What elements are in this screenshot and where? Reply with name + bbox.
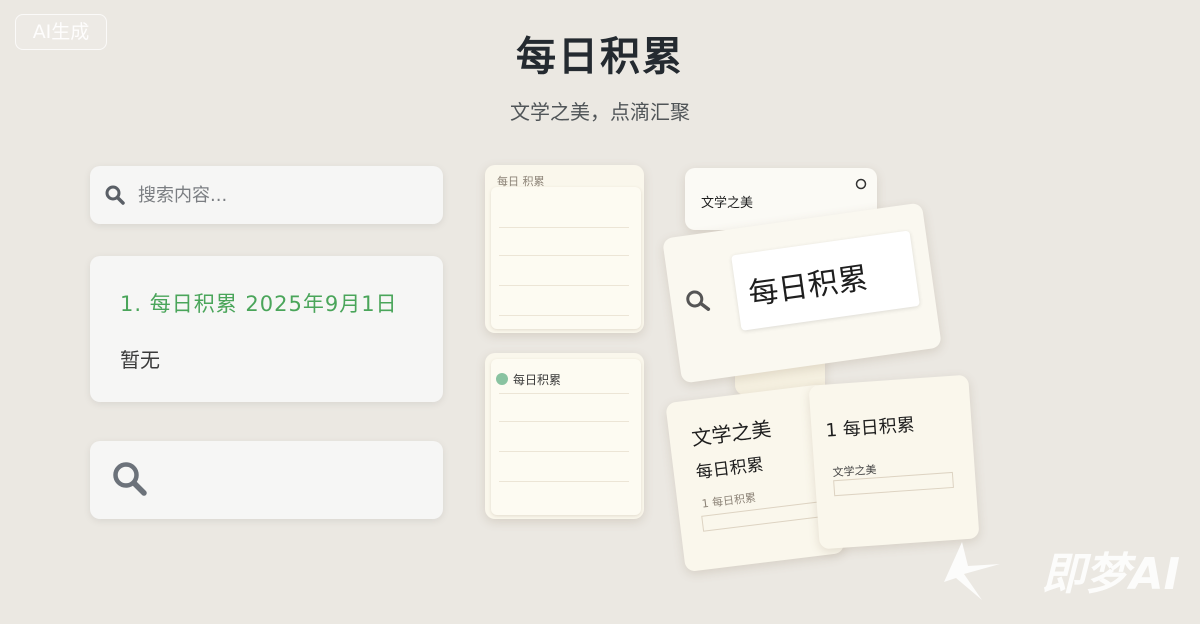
entry-card[interactable]: 1. 每日积累 2025年9月1日 暂无 <box>90 256 443 402</box>
mockup-card-4-panel: 每日积累 <box>731 230 920 331</box>
mockup-card-1: 每日 积累 <box>485 165 644 333</box>
entry-body: 暂无 <box>120 348 160 372</box>
mockup-card-1-sheet <box>491 187 641 329</box>
mockup-card-5-subtitle: 每日积累 <box>694 454 765 484</box>
page-title: 每日积累 <box>516 34 684 80</box>
divider <box>499 315 629 316</box>
search-icon <box>855 178 867 190</box>
divider <box>499 451 629 452</box>
divider <box>499 421 629 422</box>
search-button-card <box>90 441 443 519</box>
page-subtitle: 文学之美，点滴汇聚 <box>510 100 690 124</box>
divider <box>499 285 629 286</box>
search-icon <box>104 184 126 210</box>
entry-title: 1. 每日积累 2025年9月1日 <box>120 292 398 316</box>
mockup-card-6: 1 每日积累 文学之美 <box>808 374 980 550</box>
mockup-card-5-title: 文学之美 <box>690 416 773 451</box>
mockup-card-6-title: 1 每日积累 <box>824 414 916 442</box>
mockup-card-4-big-title: 每日积累 <box>746 260 871 313</box>
mockup-card-3-title: 文学之美 <box>701 196 754 211</box>
mockup-card-5-line: 1 每日积累 <box>701 491 757 511</box>
search-icon <box>686 290 711 311</box>
divider <box>499 227 629 228</box>
mockup-card-2: 每日积累 <box>485 353 644 519</box>
watermark: 即梦AI <box>1041 549 1180 600</box>
divider <box>499 393 629 394</box>
divider <box>499 255 629 256</box>
divider <box>499 481 629 482</box>
brand-logo-icon <box>944 542 1000 600</box>
mockup-card-2-header: 每日积累 <box>513 373 562 387</box>
search-input[interactable] <box>138 180 428 210</box>
search-bar <box>90 166 443 224</box>
green-dot-icon <box>496 373 508 385</box>
search-icon-large[interactable] <box>110 459 150 503</box>
